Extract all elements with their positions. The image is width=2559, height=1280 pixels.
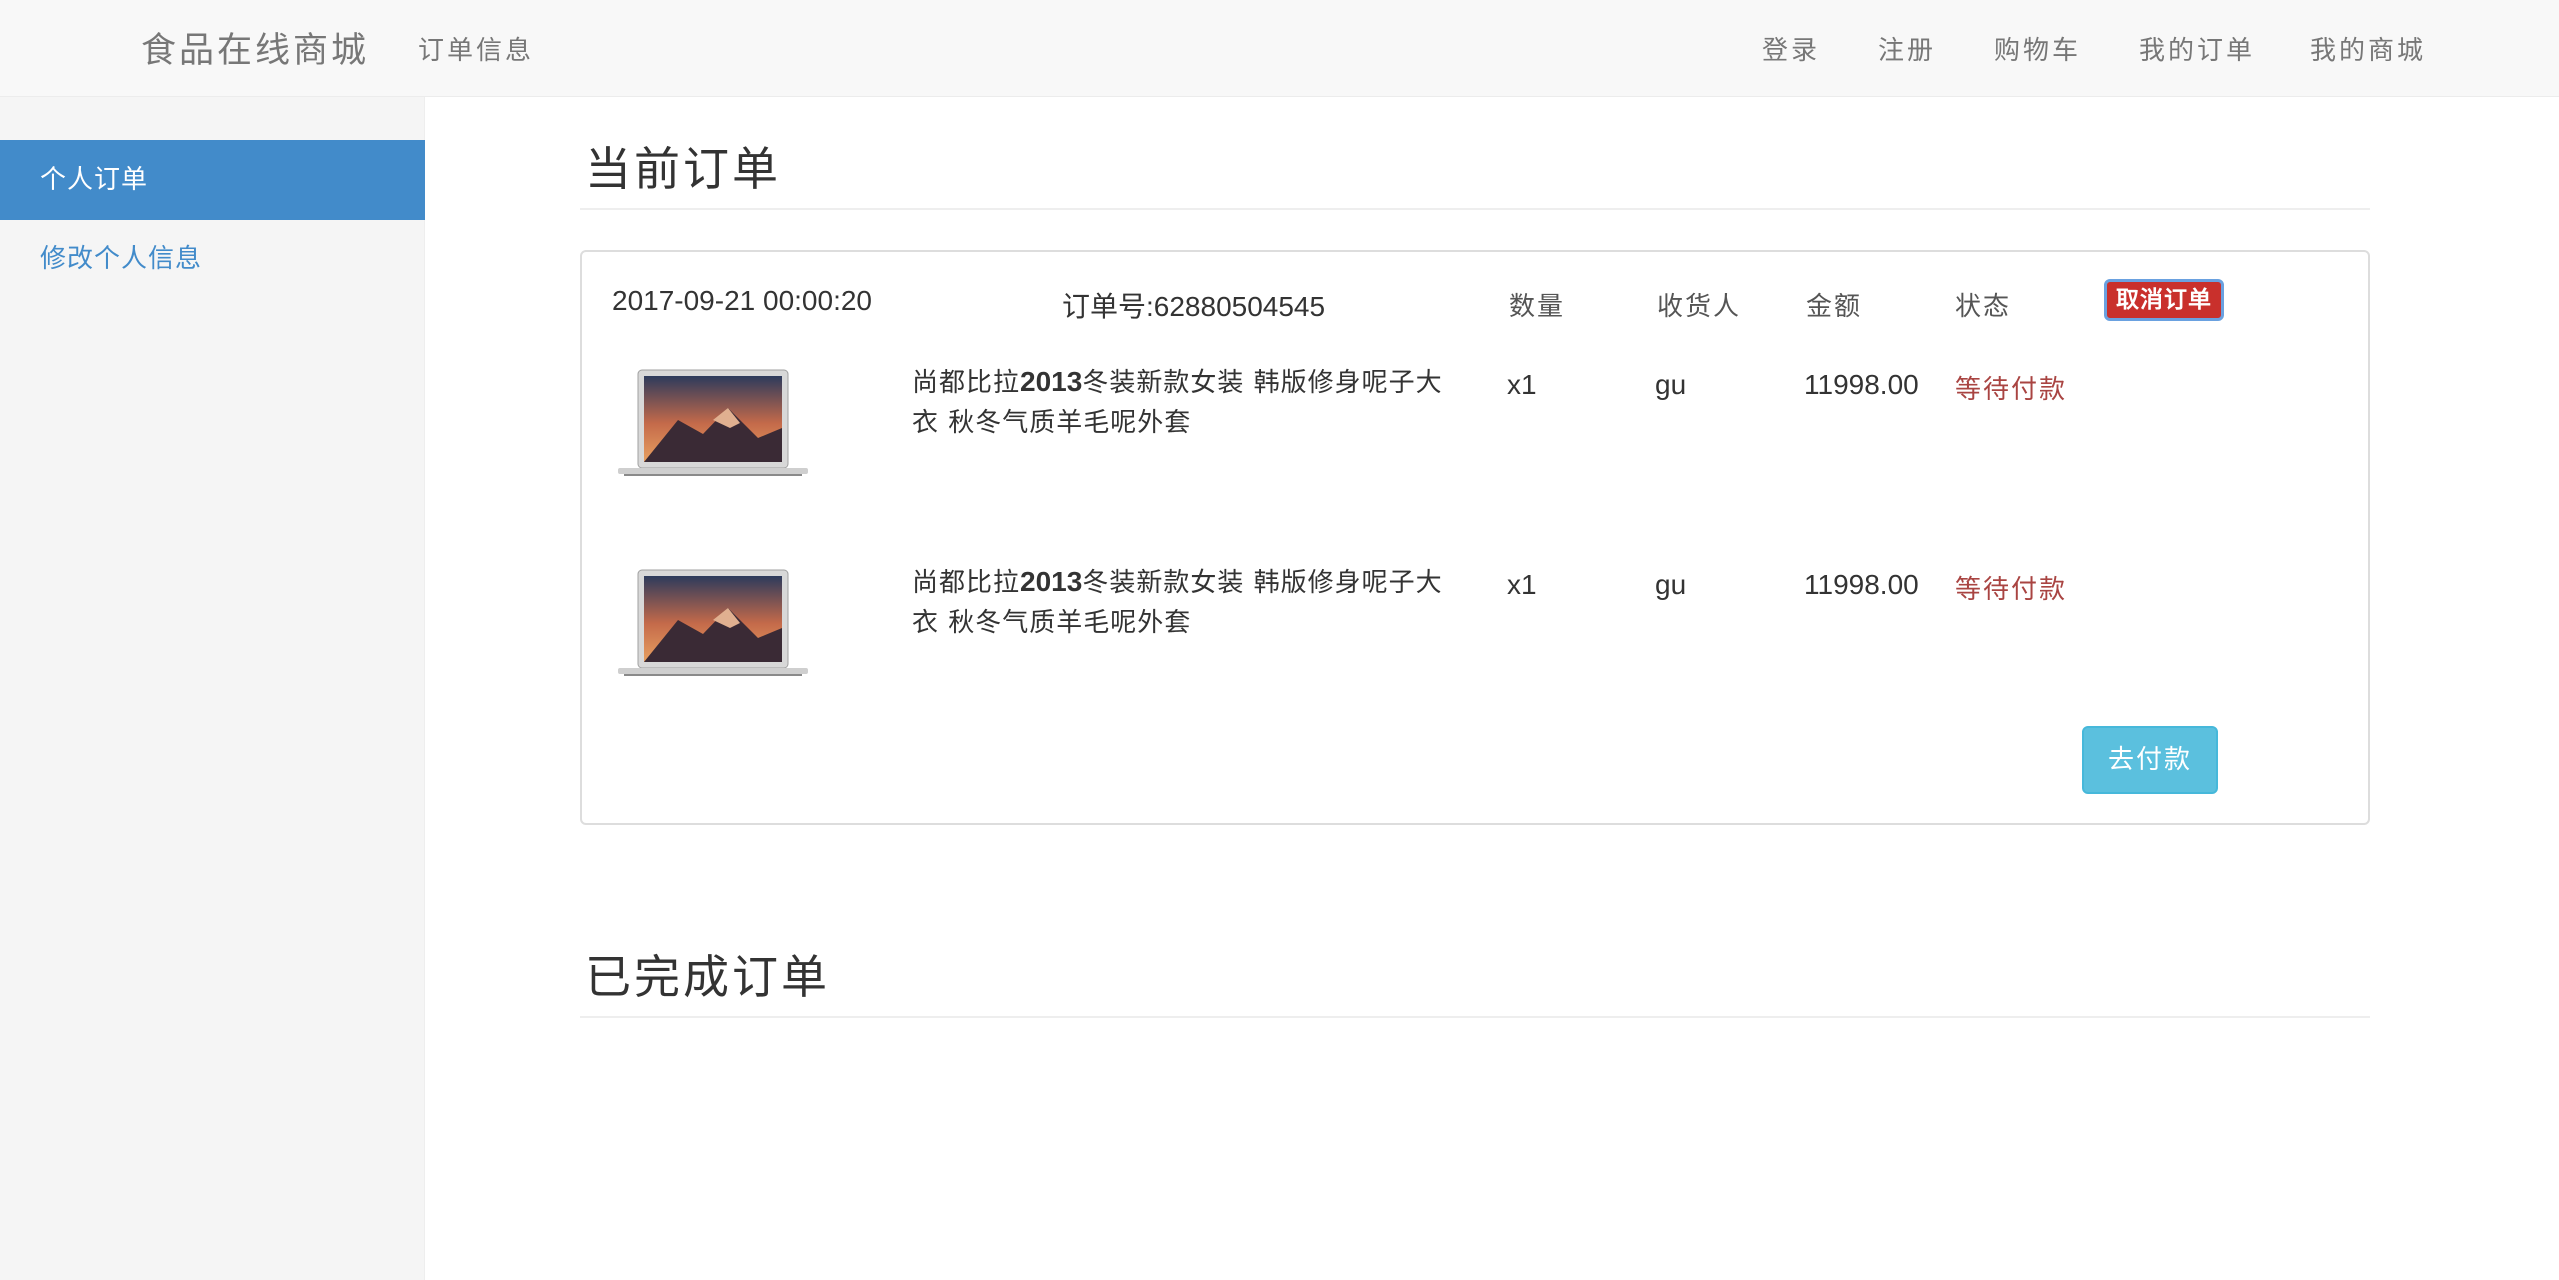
item-name[interactable]: 尚都比拉2013冬装新款女装 韩版修身呢子大衣 秋冬气质羊毛呢外套 — [912, 362, 1452, 443]
item-status: 等待付款 — [1955, 375, 2068, 405]
current-orders-title: 当前订单 — [585, 142, 781, 196]
item-name-prefix: 尚都比拉 — [912, 568, 1021, 598]
cancel-order-button[interactable]: 取消订单 — [2104, 279, 2224, 321]
item-amount: 11998.00 — [1804, 569, 1919, 600]
divider — [580, 1016, 2370, 1018]
item-amount: 11998.00 — [1804, 369, 1919, 400]
item-receiver: gu — [1655, 369, 1687, 400]
top-navbar: 食品在线商城 订单信息 登录 注册 购物车 我的订单 我的商城 — [0, 0, 2559, 97]
sidebar: 个人订单 修改个人信息 — [0, 97, 425, 1280]
header-quantity: 数量 — [1509, 292, 1566, 322]
sidebar-item-edit-profile[interactable]: 修改个人信息 — [0, 219, 425, 299]
item-name-year: 2013 — [1020, 366, 1083, 397]
item-name-year: 2013 — [1020, 566, 1083, 597]
laptop-image[interactable] — [618, 568, 808, 678]
item-receiver: gu — [1655, 569, 1687, 600]
order-panel: 2017-09-21 00:00:20 订单号:62880504545 数量 收… — [580, 250, 2370, 825]
item-name[interactable]: 尚都比拉2013冬装新款女装 韩版修身呢子大衣 秋冬气质羊毛呢外套 — [912, 562, 1452, 643]
header-status: 状态 — [1955, 292, 2012, 322]
site-brand[interactable]: 食品在线商城 — [141, 22, 369, 73]
laptop-image[interactable] — [618, 368, 808, 478]
header-receiver: 收货人 — [1657, 292, 1742, 322]
item-quantity: x1 — [1507, 569, 1537, 600]
completed-orders-title: 已完成订单 — [585, 950, 830, 1004]
item-quantity: x1 — [1507, 369, 1537, 400]
pay-button[interactable]: 去付款 — [2082, 726, 2218, 794]
item-name-prefix: 尚都比拉 — [912, 368, 1021, 398]
nav-link-login[interactable]: 登录 — [1762, 30, 1820, 67]
nav-link-register[interactable]: 注册 — [1878, 30, 1936, 67]
sidebar-item-personal-orders[interactable]: 个人订单 — [0, 140, 425, 220]
item-status: 等待付款 — [1955, 575, 2068, 605]
order-datetime: 2017-09-21 00:00:20 — [612, 285, 872, 316]
order-number: 订单号:62880504545 — [1062, 291, 1326, 322]
nav-link-my-orders[interactable]: 我的订单 — [2139, 30, 2255, 67]
header-amount: 金额 — [1806, 292, 1863, 322]
divider — [580, 208, 2370, 210]
nav-link-cart[interactable]: 购物车 — [1994, 30, 2081, 67]
nav-link-my-store[interactable]: 我的商城 — [2310, 30, 2426, 67]
nav-link-order-info[interactable]: 订单信息 — [418, 30, 534, 67]
